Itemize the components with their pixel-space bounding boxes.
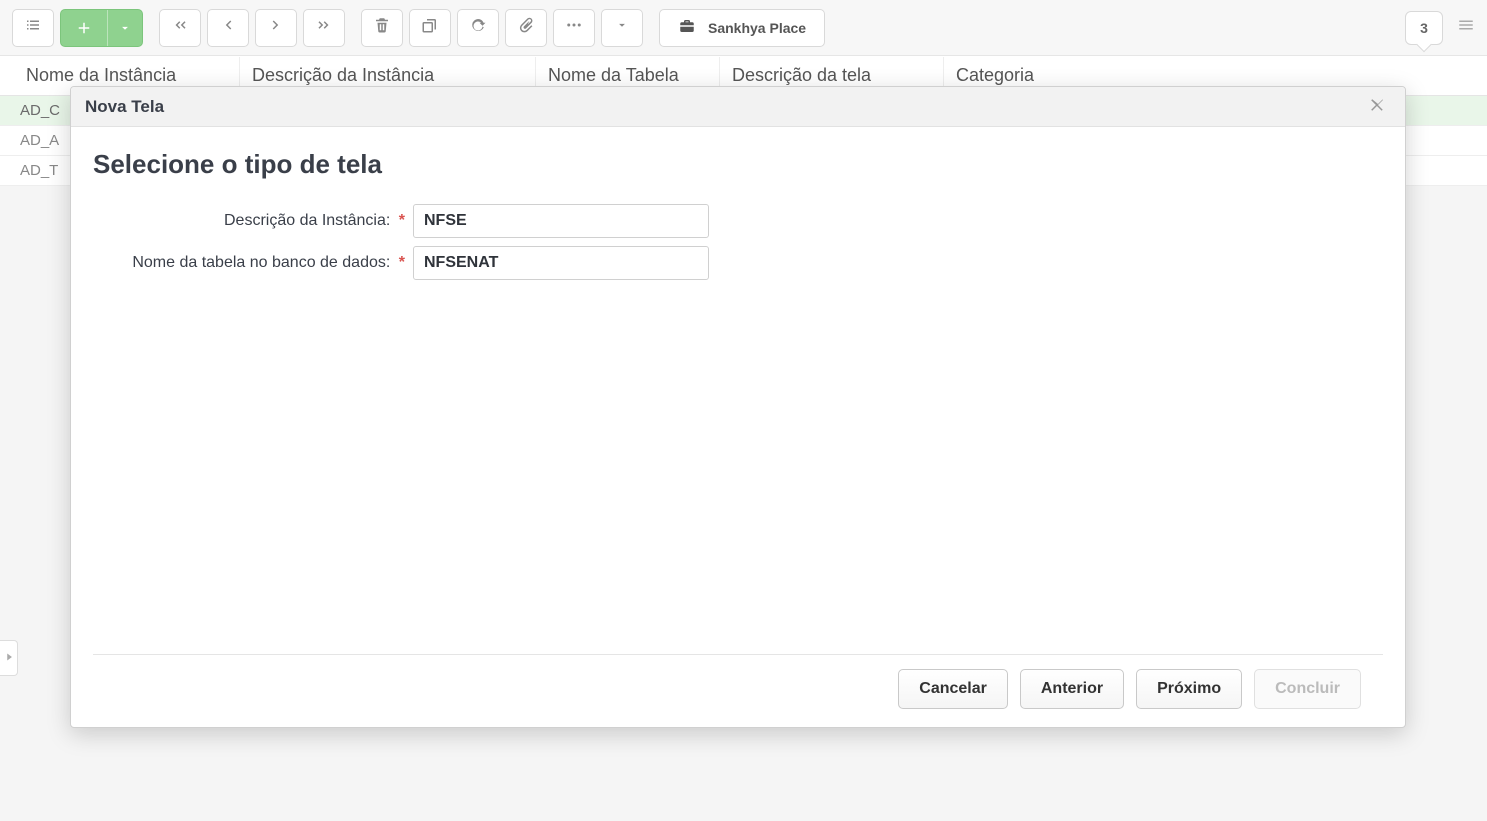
refresh-icon bbox=[469, 16, 487, 39]
field-row-db-table-name: Nome da tabela no banco de dados: * bbox=[93, 246, 1383, 280]
paperclip-icon bbox=[517, 16, 535, 39]
notification-count: 3 bbox=[1420, 20, 1428, 36]
close-icon bbox=[1369, 94, 1387, 119]
chevrons-right-icon bbox=[315, 16, 333, 39]
add-button[interactable] bbox=[60, 9, 143, 47]
next-button[interactable]: Próximo bbox=[1136, 669, 1242, 709]
modal-section-title: Selecione o tipo de tela bbox=[93, 149, 1383, 180]
chevron-right-icon bbox=[267, 16, 285, 39]
nav-next-button[interactable] bbox=[255, 9, 297, 47]
delete-button[interactable] bbox=[361, 9, 403, 47]
dots-horizontal-icon bbox=[565, 16, 583, 39]
chevron-left-icon bbox=[219, 16, 237, 39]
previous-button[interactable]: Anterior bbox=[1020, 669, 1124, 709]
label-db-table-name-text: Nome da tabela no banco de dados: bbox=[132, 254, 390, 271]
notification-badge-wrap: 3 bbox=[1405, 11, 1443, 45]
modal-header: Nova Tela bbox=[71, 87, 1405, 127]
nav-first-button[interactable] bbox=[159, 9, 201, 47]
attach-button[interactable] bbox=[505, 9, 547, 47]
copy-icon bbox=[421, 16, 439, 39]
modal-title: Nova Tela bbox=[85, 97, 164, 117]
plus-icon bbox=[61, 10, 108, 46]
caret-down-icon bbox=[615, 18, 629, 37]
refresh-button[interactable] bbox=[457, 9, 499, 47]
cancel-button[interactable]: Cancelar bbox=[898, 669, 1008, 709]
trash-icon bbox=[373, 16, 391, 39]
caret-down-icon bbox=[108, 10, 142, 46]
input-instance-desc[interactable] bbox=[413, 204, 709, 238]
required-asterisk: * bbox=[399, 254, 405, 271]
new-screen-modal: Nova Tela Selecione o tipo de tela Descr… bbox=[70, 86, 1406, 728]
briefcase-icon bbox=[678, 17, 696, 38]
sankhya-place-button[interactable]: Sankhya Place bbox=[659, 9, 825, 47]
modal-body: Selecione o tipo de tela Descrição da In… bbox=[71, 127, 1405, 654]
label-db-table-name: Nome da tabela no banco de dados: * bbox=[93, 254, 405, 272]
triangle-right-icon bbox=[2, 650, 16, 667]
notification-badge[interactable]: 3 bbox=[1405, 11, 1443, 45]
modal-close-button[interactable] bbox=[1365, 92, 1391, 122]
input-db-table-name[interactable] bbox=[413, 246, 709, 280]
label-instance-desc: Descrição da Instância: * bbox=[93, 212, 405, 230]
modal-footer: Cancelar Anterior Próximo Concluir bbox=[93, 654, 1383, 727]
finish-button: Concluir bbox=[1254, 669, 1361, 709]
copy-button[interactable] bbox=[409, 9, 451, 47]
nav-last-button[interactable] bbox=[303, 9, 345, 47]
list-view-button[interactable] bbox=[12, 9, 54, 47]
sankhya-place-label: Sankhya Place bbox=[708, 20, 806, 36]
required-asterisk: * bbox=[399, 212, 405, 229]
expand-panel-handle[interactable] bbox=[0, 640, 18, 676]
list-icon bbox=[24, 16, 42, 39]
more-actions-button[interactable] bbox=[553, 9, 595, 47]
chevrons-left-icon bbox=[171, 16, 189, 39]
nav-prev-button[interactable] bbox=[207, 9, 249, 47]
sidebar-menu-icon[interactable] bbox=[1457, 16, 1475, 39]
label-instance-desc-text: Descrição da Instância: bbox=[224, 212, 390, 229]
field-row-instance-desc: Descrição da Instância: * bbox=[93, 204, 1383, 238]
toolbar: Sankhya Place 3 bbox=[0, 0, 1487, 56]
more-dropdown-button[interactable] bbox=[601, 9, 643, 47]
